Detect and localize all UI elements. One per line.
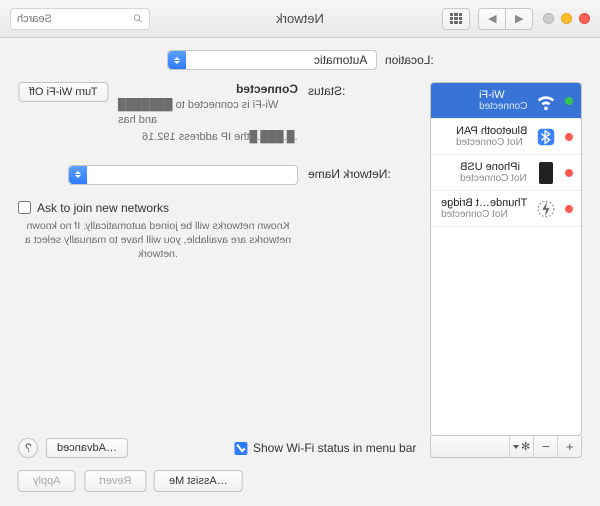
service-sidebar: Wi-Fi Connected Bluetooth PAN Not Connec… — [430, 82, 582, 458]
status-desc-2: the IP address 192.16█.███.█. — [142, 130, 298, 145]
advanced-button[interactable]: Advanced… — [46, 438, 128, 458]
service-item-bluetooth-pan[interactable]: Bluetooth PAN Not Connected — [431, 119, 581, 155]
thunderbolt-icon — [535, 198, 557, 220]
add-service-button[interactable]: + — [557, 436, 581, 457]
show-all-button[interactable] — [442, 8, 470, 30]
service-status: Connected — [479, 101, 527, 112]
network-name-label: Network Name: — [308, 167, 391, 181]
help-button[interactable]: ? — [18, 438, 38, 458]
grid-icon — [450, 13, 462, 25]
service-toolbar: + − ✻ — [430, 436, 582, 458]
location-label: Location: — [385, 53, 434, 67]
forward-button[interactable]: ▶ — [478, 8, 506, 30]
status-dot — [565, 133, 573, 141]
ask-join-input[interactable] — [18, 201, 31, 214]
dropdown-stepper-icon — [69, 166, 87, 184]
turn-wifi-off-button[interactable]: Turn Wi-Fi Off — [18, 82, 108, 102]
service-actions-menu[interactable]: ✻ — [509, 436, 533, 457]
service-toolbar-scroll[interactable] — [431, 436, 455, 457]
service-item-wifi[interactable]: Wi-Fi Connected — [431, 83, 581, 119]
close-button[interactable] — [579, 13, 590, 24]
network-name-row: Network Name: — [18, 165, 416, 185]
service-name: iPhone USB — [460, 161, 527, 173]
service-name: Wi-Fi — [479, 89, 527, 101]
detail-pane: Status: Connected Wi-Fi is connected to … — [18, 82, 416, 458]
window-controls — [543, 13, 590, 24]
service-status: Not Connected — [441, 209, 527, 220]
show-menu-input[interactable] — [234, 442, 247, 455]
service-name: Thunde…t Bridge — [441, 197, 527, 209]
status-value: Connected — [236, 82, 298, 96]
show-menu-label: Show Wi-Fi status in menu bar — [253, 441, 416, 455]
status-desc-1: Wi-Fi is connected to ███████ and has — [118, 98, 298, 128]
status-dot — [565, 205, 573, 213]
back-button[interactable]: ◀ — [505, 8, 533, 30]
search-icon — [133, 13, 143, 24]
status-dot — [565, 169, 573, 177]
show-menu-checkbox[interactable]: Show Wi-Fi status in menu bar — [234, 441, 416, 455]
service-status: Not Connected — [460, 173, 527, 184]
menu-row: Show Wi-Fi status in menu bar Advanced… … — [18, 428, 416, 458]
apply-button[interactable]: Apply — [18, 470, 76, 492]
ask-join-label: Ask to join new networks — [37, 201, 169, 215]
location-row: Location: Automatic — [18, 50, 582, 70]
service-item-iphone-usb[interactable]: iPhone USB Not Connected — [431, 155, 581, 191]
remove-service-button[interactable]: − — [533, 436, 557, 457]
location-value: Automatic — [314, 53, 367, 67]
minimize-button[interactable] — [561, 13, 572, 24]
dropdown-stepper-icon — [168, 51, 186, 69]
assist-me-button[interactable]: Assist Me… — [154, 470, 243, 492]
ask-join-desc: Known networks will be joined automatica… — [18, 219, 298, 262]
search-field[interactable] — [10, 8, 150, 30]
footer: Assist Me… Revert Apply — [18, 458, 582, 492]
zoom-button[interactable] — [543, 13, 554, 24]
search-input[interactable] — [17, 13, 128, 25]
service-list: Wi-Fi Connected Bluetooth PAN Not Connec… — [430, 82, 582, 436]
service-name: Bluetooth PAN — [456, 125, 527, 137]
status-label: Status: — [308, 84, 345, 98]
location-dropdown[interactable]: Automatic — [167, 50, 377, 70]
status-dot — [565, 97, 573, 105]
titlebar: ◀ ▶ Network — [0, 0, 600, 38]
nav-buttons: ◀ ▶ — [478, 8, 533, 30]
service-item-thunderbolt-bridge[interactable]: Thunde…t Bridge Not Connected — [431, 191, 581, 227]
ask-join-checkbox[interactable]: Ask to join new networks — [18, 201, 298, 215]
status-row: Status: Connected Wi-Fi is connected to … — [18, 82, 416, 145]
service-status: Not Connected — [456, 137, 527, 148]
ask-join-row: Ask to join new networks Known networks … — [18, 201, 416, 262]
wifi-icon — [535, 90, 557, 112]
main-split: Wi-Fi Connected Bluetooth PAN Not Connec… — [18, 82, 582, 458]
content: Location: Automatic Wi-Fi Connected — [0, 38, 600, 506]
bluetooth-icon — [535, 126, 557, 148]
revert-button[interactable]: Revert — [84, 470, 146, 492]
phone-icon — [535, 162, 557, 184]
network-name-dropdown[interactable] — [68, 165, 298, 185]
